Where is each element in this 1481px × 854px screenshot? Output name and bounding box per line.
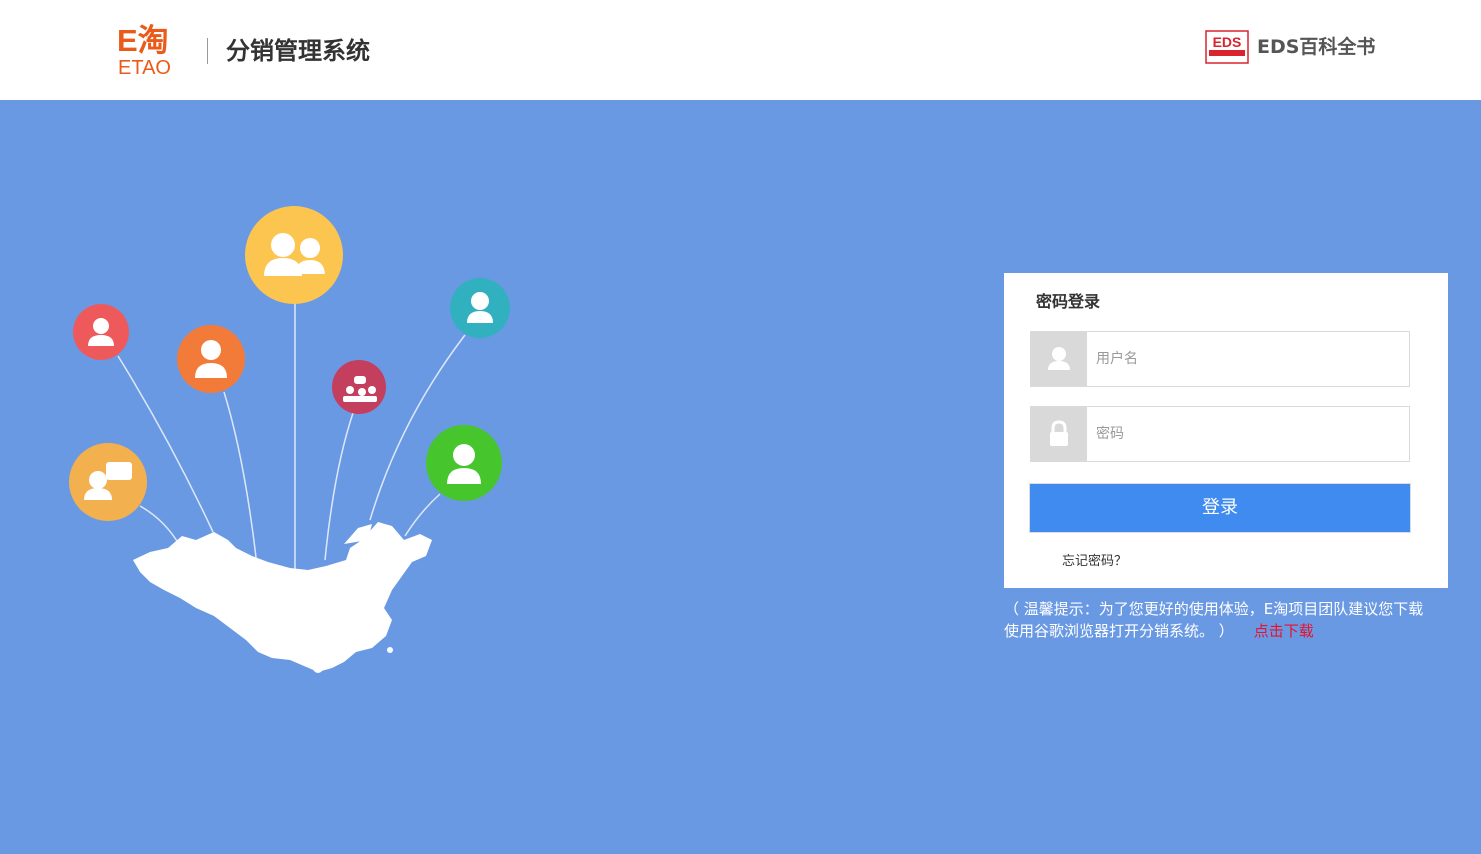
- user-group-icon: [245, 206, 343, 304]
- password-input[interactable]: [1088, 407, 1406, 461]
- password-field[interactable]: [1030, 406, 1410, 462]
- forgot-password-link[interactable]: 忘记密码？: [1062, 552, 1127, 572]
- manager-icon: [177, 325, 245, 393]
- partner-title: EDS百科全书: [1257, 36, 1376, 58]
- etao-logo[interactable]: E淘 ETAO: [117, 23, 189, 79]
- tip-line-2-wrapper: 使用谷歌浏览器打开分销系统。 ） 点击下载: [1004, 620, 1464, 642]
- logo-sub-text: ETAO: [118, 57, 171, 79]
- meeting-icon: [332, 360, 386, 414]
- eds-logo-icon: EDS: [1205, 30, 1249, 64]
- tip-line-2: 使用谷歌浏览器打开分销系统。 ）: [1004, 622, 1234, 640]
- browser-tip: （ 温馨提示：为了您更好的使用体验，E淘项目团队建议您下载 使用谷歌浏览器打开分…: [1004, 598, 1464, 642]
- header: E淘 ETAO 分销管理系统 EDS EDS百科全书: [0, 0, 1481, 100]
- login-button[interactable]: 登录: [1029, 483, 1411, 533]
- eds-badge-text: EDS: [1213, 34, 1242, 50]
- login-title: 密码登录: [1036, 292, 1101, 311]
- user-icon: [73, 304, 129, 360]
- logo-main-text: E淘: [117, 23, 169, 58]
- team-member-icon: [426, 425, 502, 501]
- login-card: 密码登录 登录 忘记密码？: [1004, 273, 1448, 588]
- system-title: 分销管理系统: [226, 37, 370, 65]
- lock-icon: [1031, 407, 1087, 461]
- username-input[interactable]: [1088, 332, 1406, 386]
- support-icon: [450, 278, 510, 338]
- china-network-illustration: [69, 206, 510, 673]
- chat-user-icon: [69, 443, 147, 521]
- username-field[interactable]: [1030, 331, 1410, 387]
- user-icon: [1031, 332, 1087, 386]
- download-link[interactable]: 点击下载: [1254, 622, 1314, 640]
- tip-line-1: （ 温馨提示：为了您更好的使用体验，E淘项目团队建议您下载: [1004, 600, 1424, 618]
- header-divider: [207, 38, 208, 64]
